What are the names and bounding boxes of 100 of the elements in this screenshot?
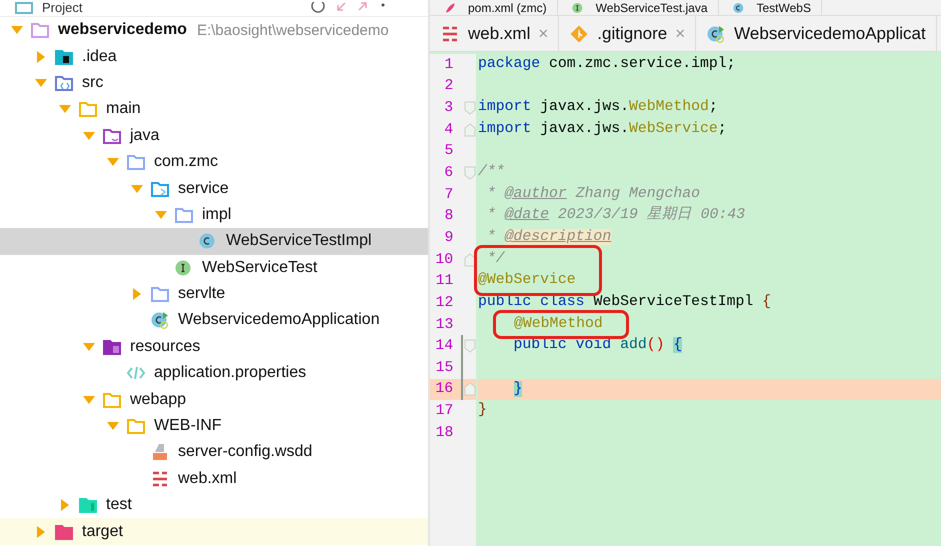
line-number: 2 <box>443 78 454 94</box>
tree-item[interactable]: resources <box>0 334 428 360</box>
tree-item[interactable]: .idea <box>0 43 428 70</box>
item-label: .idea <box>82 48 117 66</box>
line-number: 3 <box>443 100 454 116</box>
item-label: service <box>178 180 229 198</box>
tree-item[interactable]: WebservicedemoApplication <box>0 307 428 334</box>
tree-item[interactable]: test <box>0 492 428 518</box>
line-number: 17 <box>434 403 454 420</box>
code-line: package com.zmc.service.impl; <box>478 56 736 72</box>
line-number: 9 <box>443 230 454 246</box>
line-number: 5 <box>443 143 454 160</box>
code-line: */ <box>486 250 505 267</box>
idea-folder-icon <box>54 48 74 66</box>
package-folder-icon <box>126 153 146 172</box>
line-number: 14 <box>434 338 454 354</box>
code-line: * @date 2023/3/19 星期日 00:43 <box>486 207 745 224</box>
target-icon[interactable] <box>310 2 326 14</box>
editor-tab[interactable]: TestWebS <box>718 0 822 15</box>
editor-tab[interactable]: .gitignore × <box>559 16 696 51</box>
excluded-folder-icon <box>54 522 74 541</box>
spring-class-icon <box>150 311 170 330</box>
code-line: @WebService <box>478 272 576 288</box>
fold-marker-icon[interactable] <box>464 252 476 267</box>
java-folder-icon <box>102 126 122 145</box>
tree-item[interactable]: service <box>0 175 428 202</box>
editor-tab[interactable]: WebServiceTest.java <box>558 0 718 15</box>
code-line: public void add() { <box>514 337 682 354</box>
line-number: 10 <box>434 252 454 268</box>
tree-item[interactable]: application.properties <box>0 360 428 386</box>
path-label: E:\baosight\webservicedemo <box>196 22 389 39</box>
tree-item[interactable]: webservicedemo E:\baosight\webservicedemo <box>0 17 428 44</box>
item-label: webapp <box>130 390 186 409</box>
line-number: 18 <box>434 424 454 441</box>
xml-file-icon <box>440 24 460 42</box>
resources-folder-icon <box>102 338 122 356</box>
fold-marker-icon[interactable] <box>464 101 476 116</box>
item-label: web.xml <box>178 470 237 488</box>
source-folder-icon <box>54 74 74 92</box>
line-number: 4 <box>443 122 454 138</box>
item-label: java <box>130 126 160 145</box>
tree-item[interactable]: com.zmc <box>0 148 428 176</box>
package-folder-icon <box>174 206 194 224</box>
fold-marker-icon[interactable] <box>464 166 476 180</box>
line-number: 7 <box>443 186 454 203</box>
line-number: 6 <box>443 165 454 182</box>
code-line: import javax.jws.WebMethod; <box>478 99 718 116</box>
package-folder-icon <box>150 285 170 304</box>
tree-item[interactable]: webapp <box>0 386 428 413</box>
item-label: WebServiceTest <box>202 258 318 277</box>
item-label: target <box>82 522 123 541</box>
tree-item[interactable]: WebServiceTest <box>0 254 428 281</box>
tree-item[interactable]: java <box>0 122 428 149</box>
editor-tab[interactable]: WebservicedemoApplicat <box>696 16 937 51</box>
fold-marker-icon[interactable] <box>464 382 476 396</box>
folder-icon <box>126 417 146 436</box>
folder-icon <box>102 390 122 409</box>
line-number: 8 <box>443 208 454 224</box>
fold-marker-icon[interactable] <box>464 339 476 354</box>
tree-item[interactable]: web.xml <box>0 466 428 492</box>
code-line: public class WebServiceTestImpl { <box>478 294 772 310</box>
item-label: resources <box>130 338 200 356</box>
item-label: WebservicedemoApplication <box>178 311 380 330</box>
item-label: main <box>106 100 141 118</box>
line-number: 1 <box>443 56 454 73</box>
fold-marker-icon[interactable] <box>464 122 476 137</box>
tree-item[interactable]: main <box>0 96 428 123</box>
code-editor[interactable] <box>430 52 941 546</box>
code-line: import javax.jws.WebService; <box>478 120 727 137</box>
panel-title: Project <box>42 0 82 16</box>
tree-item[interactable]: src <box>0 70 428 96</box>
editor-tab[interactable]: pom.xml (zmc) <box>430 0 558 15</box>
item-label: server-config.wsdd <box>178 443 312 462</box>
line-number: 11 <box>434 273 454 290</box>
line-number: 12 <box>434 294 454 311</box>
item-label: application.properties <box>154 364 306 382</box>
tree-item[interactable]: WEB-INF <box>0 412 428 440</box>
tree-item[interactable]: WebServiceTestImpl <box>0 228 428 255</box>
item-label: src <box>82 74 104 92</box>
item-label: test <box>106 496 132 514</box>
editor-tab[interactable]: web.xml × <box>430 16 560 51</box>
item-label: impl <box>202 206 232 224</box>
code-line: @WebMethod <box>514 316 603 332</box>
item-label: com.zmc <box>154 153 218 172</box>
module-folder-icon <box>30 21 50 40</box>
config-file-icon <box>150 443 170 462</box>
tree-item[interactable]: server-config.wsdd <box>0 439 428 466</box>
tree-item[interactable]: target <box>0 518 428 545</box>
code-line: /** <box>478 164 505 180</box>
xml-file-icon <box>150 470 170 488</box>
tree-item[interactable]: impl <box>0 202 428 228</box>
panel-icon <box>14 2 34 14</box>
line-number: 16 <box>434 381 454 398</box>
test-folder-icon <box>78 496 98 514</box>
line-number: 13 <box>434 316 454 332</box>
item-label: servlte <box>178 285 226 304</box>
spring-class-icon <box>706 24 726 42</box>
line-number: 15 <box>434 360 454 376</box>
tree-item[interactable]: servlte <box>0 280 428 308</box>
item-label: webservicedemo <box>58 21 187 40</box>
